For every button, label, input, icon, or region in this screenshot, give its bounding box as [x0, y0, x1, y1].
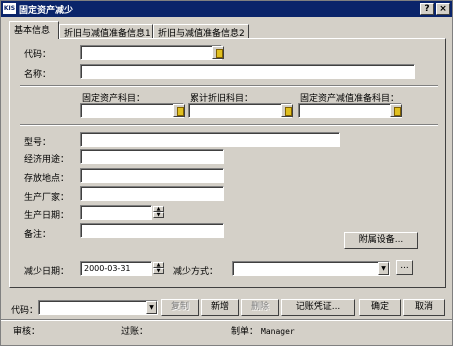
new-button[interactable]: 新增	[201, 299, 239, 316]
reduce-date-spinner[interactable]: ▲ ▼	[153, 262, 164, 275]
ok-button[interactable]: 确定	[359, 299, 401, 316]
impair-account-field[interactable]	[298, 103, 402, 118]
copy-button[interactable]: 复制	[161, 299, 199, 316]
usage-label: 经济用途：	[24, 155, 70, 165]
location-field[interactable]	[80, 168, 224, 183]
maker-value: Manager	[261, 327, 295, 336]
code-label: 代码：	[24, 50, 52, 60]
depr-account-picker-icon[interactable]	[281, 104, 293, 117]
impair-account-picker-icon[interactable]	[390, 104, 402, 117]
tab-depreciation-info-1[interactable]: 折旧与减值准备信息1	[59, 24, 153, 39]
help-button[interactable]: ?	[420, 3, 434, 15]
chevron-down-icon[interactable]: ▼	[146, 301, 157, 314]
name-label: 名称：	[24, 70, 52, 80]
manufacturer-field[interactable]	[80, 186, 224, 201]
prod-date-spinner[interactable]: ▲ ▼	[153, 206, 164, 219]
auditor-label: 审核：	[13, 327, 41, 337]
tab-basic-info[interactable]: 基本信息	[9, 21, 59, 39]
location-label: 存放地点：	[24, 174, 70, 184]
chevron-down-icon[interactable]: ▼	[378, 262, 389, 275]
status-maker: 制单： Manager	[223, 325, 295, 341]
close-button[interactable]: ×	[436, 3, 450, 15]
bottom-code-label: 代码：	[11, 306, 39, 316]
prod-date-label: 生产日期：	[24, 211, 70, 221]
remark-label: 备注：	[24, 230, 52, 240]
status-auditor: 审核：	[5, 325, 40, 341]
model-label: 型号：	[24, 138, 52, 148]
code-picker-icon[interactable]	[212, 46, 224, 59]
model-field[interactable]	[80, 132, 340, 147]
spin-down-icon[interactable]: ▼	[153, 212, 164, 218]
fixed-asset-reduction-dialog: KIS 固定资产减少 ? × 基本信息 折旧与减值准备信息1 折旧与减值准备信息…	[0, 0, 453, 346]
cancel-button[interactable]: 取消	[403, 299, 445, 316]
maker-label: 制单：	[231, 327, 259, 337]
voucher-button[interactable]: 记账凭证...	[281, 299, 355, 316]
separator	[20, 85, 438, 87]
prod-date-field[interactable]	[80, 205, 152, 220]
manufacturer-label: 生产厂家：	[24, 193, 70, 203]
spin-down-icon[interactable]: ▼	[153, 268, 164, 274]
code-field[interactable]	[80, 45, 222, 60]
name-field[interactable]	[80, 64, 415, 79]
reduce-method-select[interactable]	[232, 261, 390, 276]
poster-label: 过账：	[121, 327, 149, 337]
remark-field[interactable]	[80, 223, 224, 238]
depr-account-field[interactable]	[188, 103, 292, 118]
app-icon: KIS	[3, 3, 16, 14]
usage-field[interactable]	[80, 149, 224, 164]
delete-button[interactable]: 删除	[241, 299, 279, 316]
bottom-code-select[interactable]	[38, 300, 158, 315]
attached-equipment-button[interactable]: 附属设备...	[344, 232, 418, 249]
reduce-date-field[interactable]: 2000-03-31	[80, 261, 152, 276]
reduce-date-label: 减少日期：	[24, 267, 70, 277]
basic-info-panel: 代码： 名称： 固定资产科目： 累计折旧科目： 固定资产减值准备科目： 型号： …	[9, 38, 446, 288]
title-bar: KIS 固定资产减少 ? ×	[1, 1, 452, 17]
tab-depreciation-info-2[interactable]: 折旧与减值准备信息2	[153, 24, 249, 39]
status-poster: 过账：	[113, 325, 148, 341]
asset-account-field[interactable]	[80, 103, 184, 118]
reduce-method-label: 减少方式：	[173, 267, 219, 277]
separator	[20, 124, 438, 126]
more-button[interactable]: ...	[396, 260, 413, 275]
status-bar: 审核： 过账： 制单： Manager	[1, 321, 452, 345]
asset-account-picker-icon[interactable]	[173, 104, 185, 117]
window-title: 固定资产减少	[19, 6, 74, 16]
